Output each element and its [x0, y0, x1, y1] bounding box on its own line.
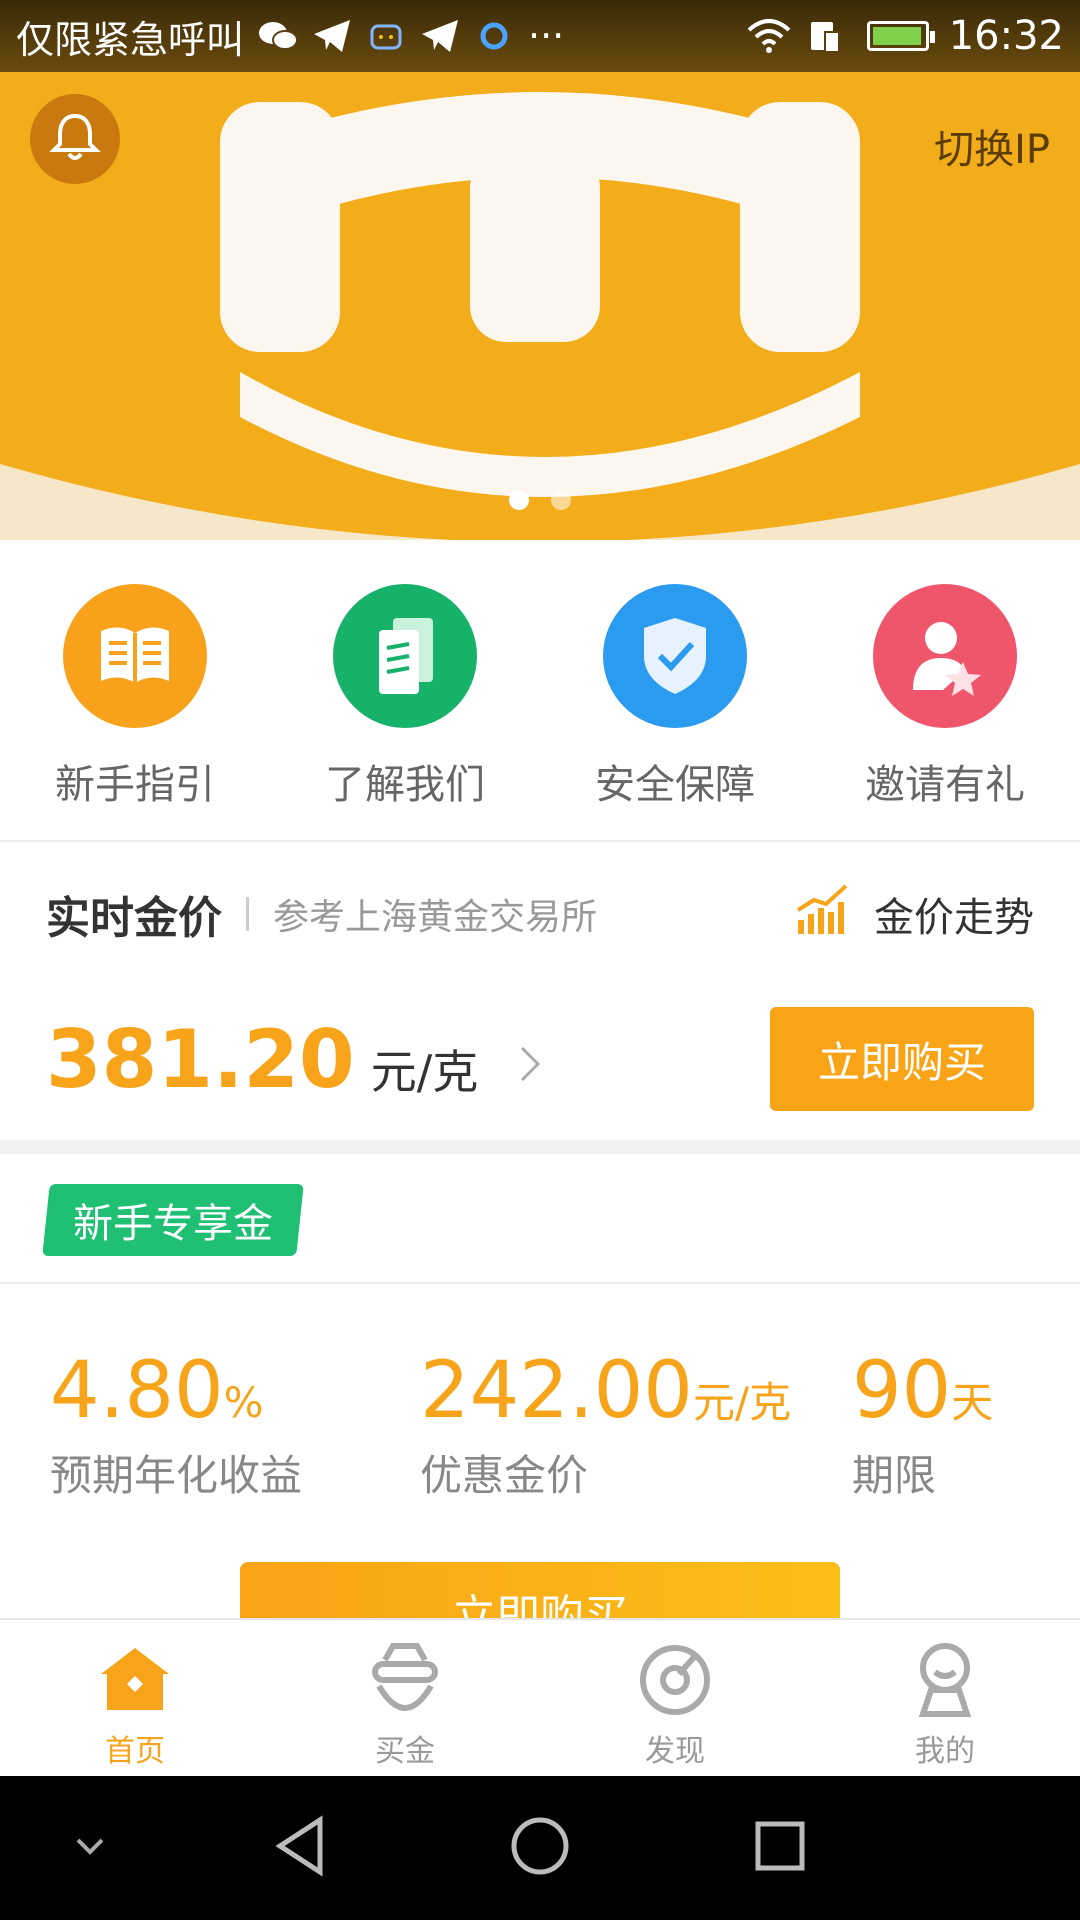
trend-chart-icon: [794, 882, 852, 946]
status-bar: 仅限紧急呼叫 ··· 16:32: [0, 0, 1080, 72]
tab-label: 买金: [375, 1734, 435, 1769]
carousel-dot[interactable]: [509, 490, 529, 510]
discount-price-unit: 元/克: [692, 1378, 792, 1427]
shield-check-icon: [603, 584, 747, 728]
quick-entry-invite[interactable]: 邀请有礼: [810, 540, 1080, 840]
tab-profile[interactable]: 我的: [810, 1620, 1080, 1776]
home-circle-icon: [508, 1814, 572, 1882]
tab-discover[interactable]: 发现: [540, 1620, 810, 1776]
switch-ip-button[interactable]: 切换IP: [934, 117, 1050, 175]
newbie-buy-button[interactable]: 立即购买: [240, 1562, 840, 1618]
stat-price: 242.00元/克 优惠金价: [420, 1346, 791, 1503]
back-button[interactable]: [240, 1776, 360, 1920]
profile-icon: [905, 1638, 985, 1722]
section-divider: [0, 1140, 1080, 1154]
documents-icon: [333, 584, 477, 728]
recents-square-icon: [750, 1816, 810, 1880]
section-subtitle: 参考上海黄金交易所: [273, 897, 598, 938]
buy-gold-icon: [365, 1638, 445, 1722]
term-unit: 天: [951, 1378, 994, 1427]
battery-icon: [866, 21, 935, 51]
stat-yield: 4.80% 预期年化收益: [50, 1346, 302, 1503]
notification-bell-button[interactable]: [30, 94, 120, 184]
yield-value: 4.80: [50, 1346, 224, 1436]
quick-entry-label: 了解我们: [325, 762, 485, 808]
chevron-right-icon[interactable]: [518, 1034, 542, 1097]
tab-label: 我的: [915, 1734, 975, 1769]
telegram-icon: [312, 18, 352, 54]
telegram-icon: [420, 18, 460, 54]
bottom-tab-bar: 首页 买金 发现 我的: [0, 1618, 1080, 1776]
gold-price-value: 381.20: [46, 1012, 355, 1106]
chevron-down-icon: [72, 1834, 108, 1862]
tab-label: 首页: [105, 1734, 165, 1769]
more-notifications-icon: ···: [528, 14, 565, 58]
gold-price-section: 实时金价 参考上海黄金交易所 金价走势 381.20 元/克 立即购买: [0, 844, 1080, 1140]
brand-logo-image: [0, 72, 1080, 540]
price-trend-link[interactable]: 金价走势: [794, 882, 1034, 946]
home-button[interactable]: [480, 1776, 600, 1920]
sim-icon: [807, 18, 847, 54]
bell-icon: [48, 110, 102, 168]
stat-term: 90天 期限: [852, 1346, 993, 1503]
quick-entry-label: 新手指引: [55, 762, 215, 808]
newbie-product-header: 新手专享金: [0, 1154, 1080, 1284]
section-title: 实时金价: [46, 893, 222, 944]
discover-icon: [635, 1638, 715, 1722]
back-triangle-icon: [270, 1814, 330, 1882]
newbie-tag: 新手专享金: [42, 1184, 304, 1256]
user-star-icon: [873, 584, 1017, 728]
tab-home[interactable]: 首页: [0, 1620, 270, 1776]
newbie-tag-label: 新手专享金: [73, 1201, 273, 1247]
discount-price-label: 优惠金价: [420, 1451, 589, 1500]
yield-label: 预期年化收益: [50, 1451, 303, 1500]
browser-icon: [474, 18, 514, 54]
newbie-product-stats[interactable]: 4.80% 预期年化收益 242.00元/克 优惠金价 90天 期限: [0, 1286, 1080, 1516]
quick-entry-beginner-guide[interactable]: 新手指引: [0, 540, 270, 840]
term-value: 90: [852, 1346, 952, 1436]
recents-button[interactable]: [720, 1776, 840, 1920]
term-label: 期限: [852, 1451, 937, 1500]
quick-entry-label: 邀请有礼: [865, 762, 1025, 808]
banner-carousel[interactable]: 切换IP: [0, 72, 1080, 540]
carousel-dot[interactable]: [551, 490, 571, 510]
tab-buy-gold[interactable]: 买金: [270, 1620, 540, 1776]
yield-unit: %: [223, 1378, 264, 1427]
chat-bot-icon: [366, 18, 406, 54]
book-icon: [63, 584, 207, 728]
quick-entry-label: 安全保障: [595, 762, 755, 808]
quick-entry-about-us[interactable]: 了解我们: [270, 540, 540, 840]
system-navigation-bar: [0, 1776, 1080, 1920]
clock: 16:32: [948, 13, 1064, 59]
discount-price-value: 242.00: [420, 1346, 693, 1436]
hide-navbar-button[interactable]: [30, 1776, 150, 1920]
home-icon: [95, 1638, 175, 1722]
quick-entry-security[interactable]: 安全保障: [540, 540, 810, 840]
wifi-icon: [747, 18, 791, 54]
buy-now-button[interactable]: 立即购买: [770, 1007, 1034, 1111]
trend-label: 金价走势: [874, 895, 1034, 941]
tab-label: 发现: [645, 1734, 705, 1769]
gold-price-unit: 元/克: [370, 1045, 479, 1099]
quick-entries: 新手指引 了解我们 安全保障 邀请有礼: [0, 540, 1080, 842]
wechat-icon: [258, 18, 299, 54]
carousel-indicator: [0, 490, 1080, 510]
divider: [246, 897, 249, 931]
carrier-text: 仅限紧急呼叫: [16, 17, 245, 62]
